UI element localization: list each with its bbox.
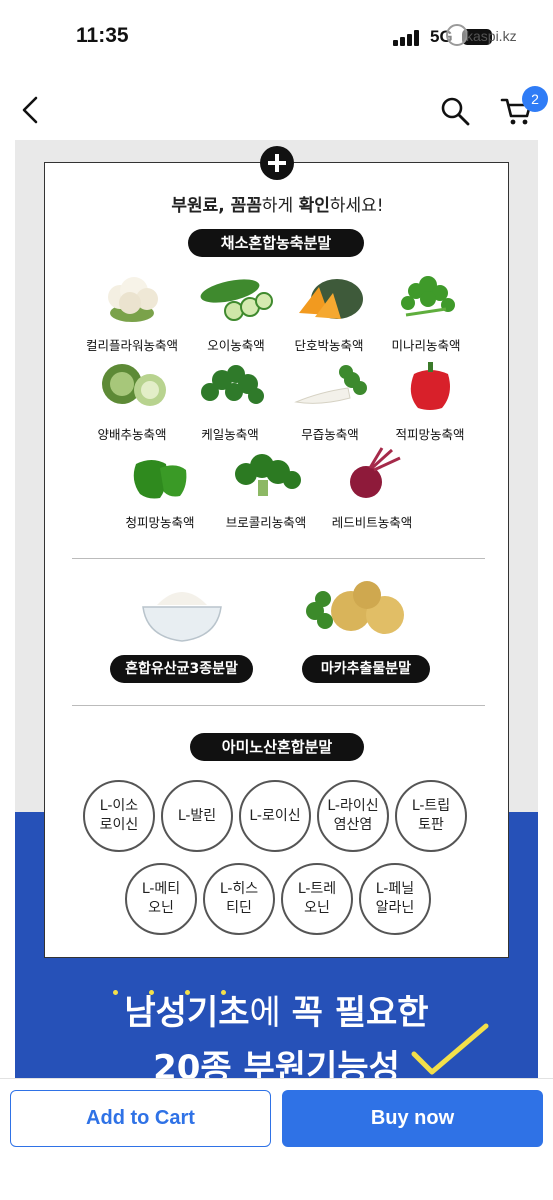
kale-icon xyxy=(201,365,264,404)
amino-acid-item: L-히스 티딘 xyxy=(203,863,275,935)
ingredient-item: 미나리농축액 xyxy=(371,269,481,354)
subtitle-part: 부원료, xyxy=(171,196,231,216)
ingredient-name: 청피망농축액 xyxy=(125,515,195,530)
ingredient-name: 레드비트농축액 xyxy=(331,515,413,530)
promo-text: 에 xyxy=(249,993,292,1033)
ingredient-item: 양배추농축액 xyxy=(77,358,187,443)
checkmark-icon xyxy=(411,1023,489,1075)
ingredient-name: 적피망농축액 xyxy=(395,427,465,442)
search-icon[interactable] xyxy=(440,96,470,126)
radish-icon xyxy=(294,365,367,404)
subtitle-part: 하세요! xyxy=(329,196,384,216)
maca-root-icon xyxy=(306,581,404,634)
subtitle-part: 확인 xyxy=(298,196,330,216)
back-arrow-icon[interactable] xyxy=(18,95,44,125)
ingredient-item: 컬리플라워농축액 xyxy=(77,269,187,354)
section-divider xyxy=(72,558,485,559)
section-divider xyxy=(72,705,485,706)
bottom-action-bar: Add to Cart Buy now xyxy=(0,1078,553,1200)
amino-acid-item: L-트립 토판 xyxy=(395,780,467,852)
amino-acid-item: L-이소 로이신 xyxy=(83,780,155,852)
plus-icon xyxy=(260,146,294,180)
ingredient-name: 브로콜리농축액 xyxy=(225,515,307,530)
ingredient-item: 레드비트농축액 xyxy=(317,446,427,531)
watermark-logo-icon xyxy=(446,24,468,46)
subtitle-part: 하게 xyxy=(261,196,299,216)
pumpkin-icon xyxy=(299,279,363,319)
amino-acid-item: L-라이신 염산염 xyxy=(317,780,389,852)
amino-section-title: 아미노산혼합분말 xyxy=(190,733,364,761)
ingredient-item: 적피망농축액 xyxy=(375,358,485,443)
status-bar: 11:35 5G kaspi.kz xyxy=(0,0,553,70)
promo-text: 남성기초 xyxy=(124,993,250,1033)
ingredient-card: 부원료, 꼼꼼하게 확인하세요! 채소혼합농축분말 컬리플라워농축액 오이농축액 xyxy=(44,162,509,958)
water-parsley-icon xyxy=(401,276,455,317)
ingredient-subtitle: 부원료, 꼼꼼하게 확인하세요! xyxy=(45,191,510,216)
beet-icon xyxy=(350,447,401,498)
amino-acid-item: L-메티 오닌 xyxy=(125,863,197,935)
subtitle-part: 꼼꼼 xyxy=(230,196,262,216)
ingredient-item: 무즙농축액 xyxy=(275,358,385,443)
top-nav: 2 xyxy=(0,80,553,140)
ingredient-name: 미나리농축액 xyxy=(391,338,461,353)
ingredient-name: 컬리플라워농축액 xyxy=(85,338,178,353)
ingredient-name: 양배추농축액 xyxy=(97,427,167,442)
amino-acid-item: L-페닐 알라닌 xyxy=(359,863,431,935)
ingredient-name: 무즙농축액 xyxy=(301,427,359,442)
powder-label: 혼합유산균3종분말 xyxy=(110,655,253,683)
red-pepper-icon xyxy=(410,362,450,410)
add-to-cart-button[interactable]: Add to Cart xyxy=(10,1090,271,1147)
buy-now-button[interactable]: Buy now xyxy=(282,1090,543,1147)
amino-acid-item: L-로이신 xyxy=(239,780,311,852)
promo-text: 꼭 필요한 xyxy=(291,993,429,1033)
vegetable-section-title: 채소혼합농축분말 xyxy=(188,229,364,257)
powder-label: 마카추출물분말 xyxy=(302,655,430,683)
amino-acid-item: L-트레 오닌 xyxy=(281,863,353,935)
status-time: 11:35 xyxy=(76,24,129,47)
cabbage-icon xyxy=(102,364,166,406)
ingredient-name: 단호박농축액 xyxy=(294,338,364,353)
powder-bowl-icon xyxy=(142,592,222,642)
ingredient-item: 청피망농축액 xyxy=(105,446,215,531)
cart-count-badge: 2 xyxy=(522,86,548,112)
amino-acid-item: L-발린 xyxy=(161,780,233,852)
watermark-text: kaspi.kz xyxy=(466,28,517,44)
ingredient-name: 케일농축액 xyxy=(201,427,259,442)
product-detail-image: 부원료, 꼼꼼하게 확인하세요! 채소혼합농축분말 컬리플라워농축액 오이농축액 xyxy=(15,140,538,1078)
signal-icon xyxy=(393,30,421,46)
broccoli-icon xyxy=(235,454,301,496)
green-pepper-icon xyxy=(133,460,187,499)
ingredient-item: 브로콜리농축액 xyxy=(211,446,321,531)
ingredient-item: 케일농축액 xyxy=(175,358,285,443)
cucumber-icon xyxy=(200,279,273,321)
cauliflower-icon xyxy=(108,277,158,322)
ingredient-item: 단호박농축액 xyxy=(274,269,384,354)
